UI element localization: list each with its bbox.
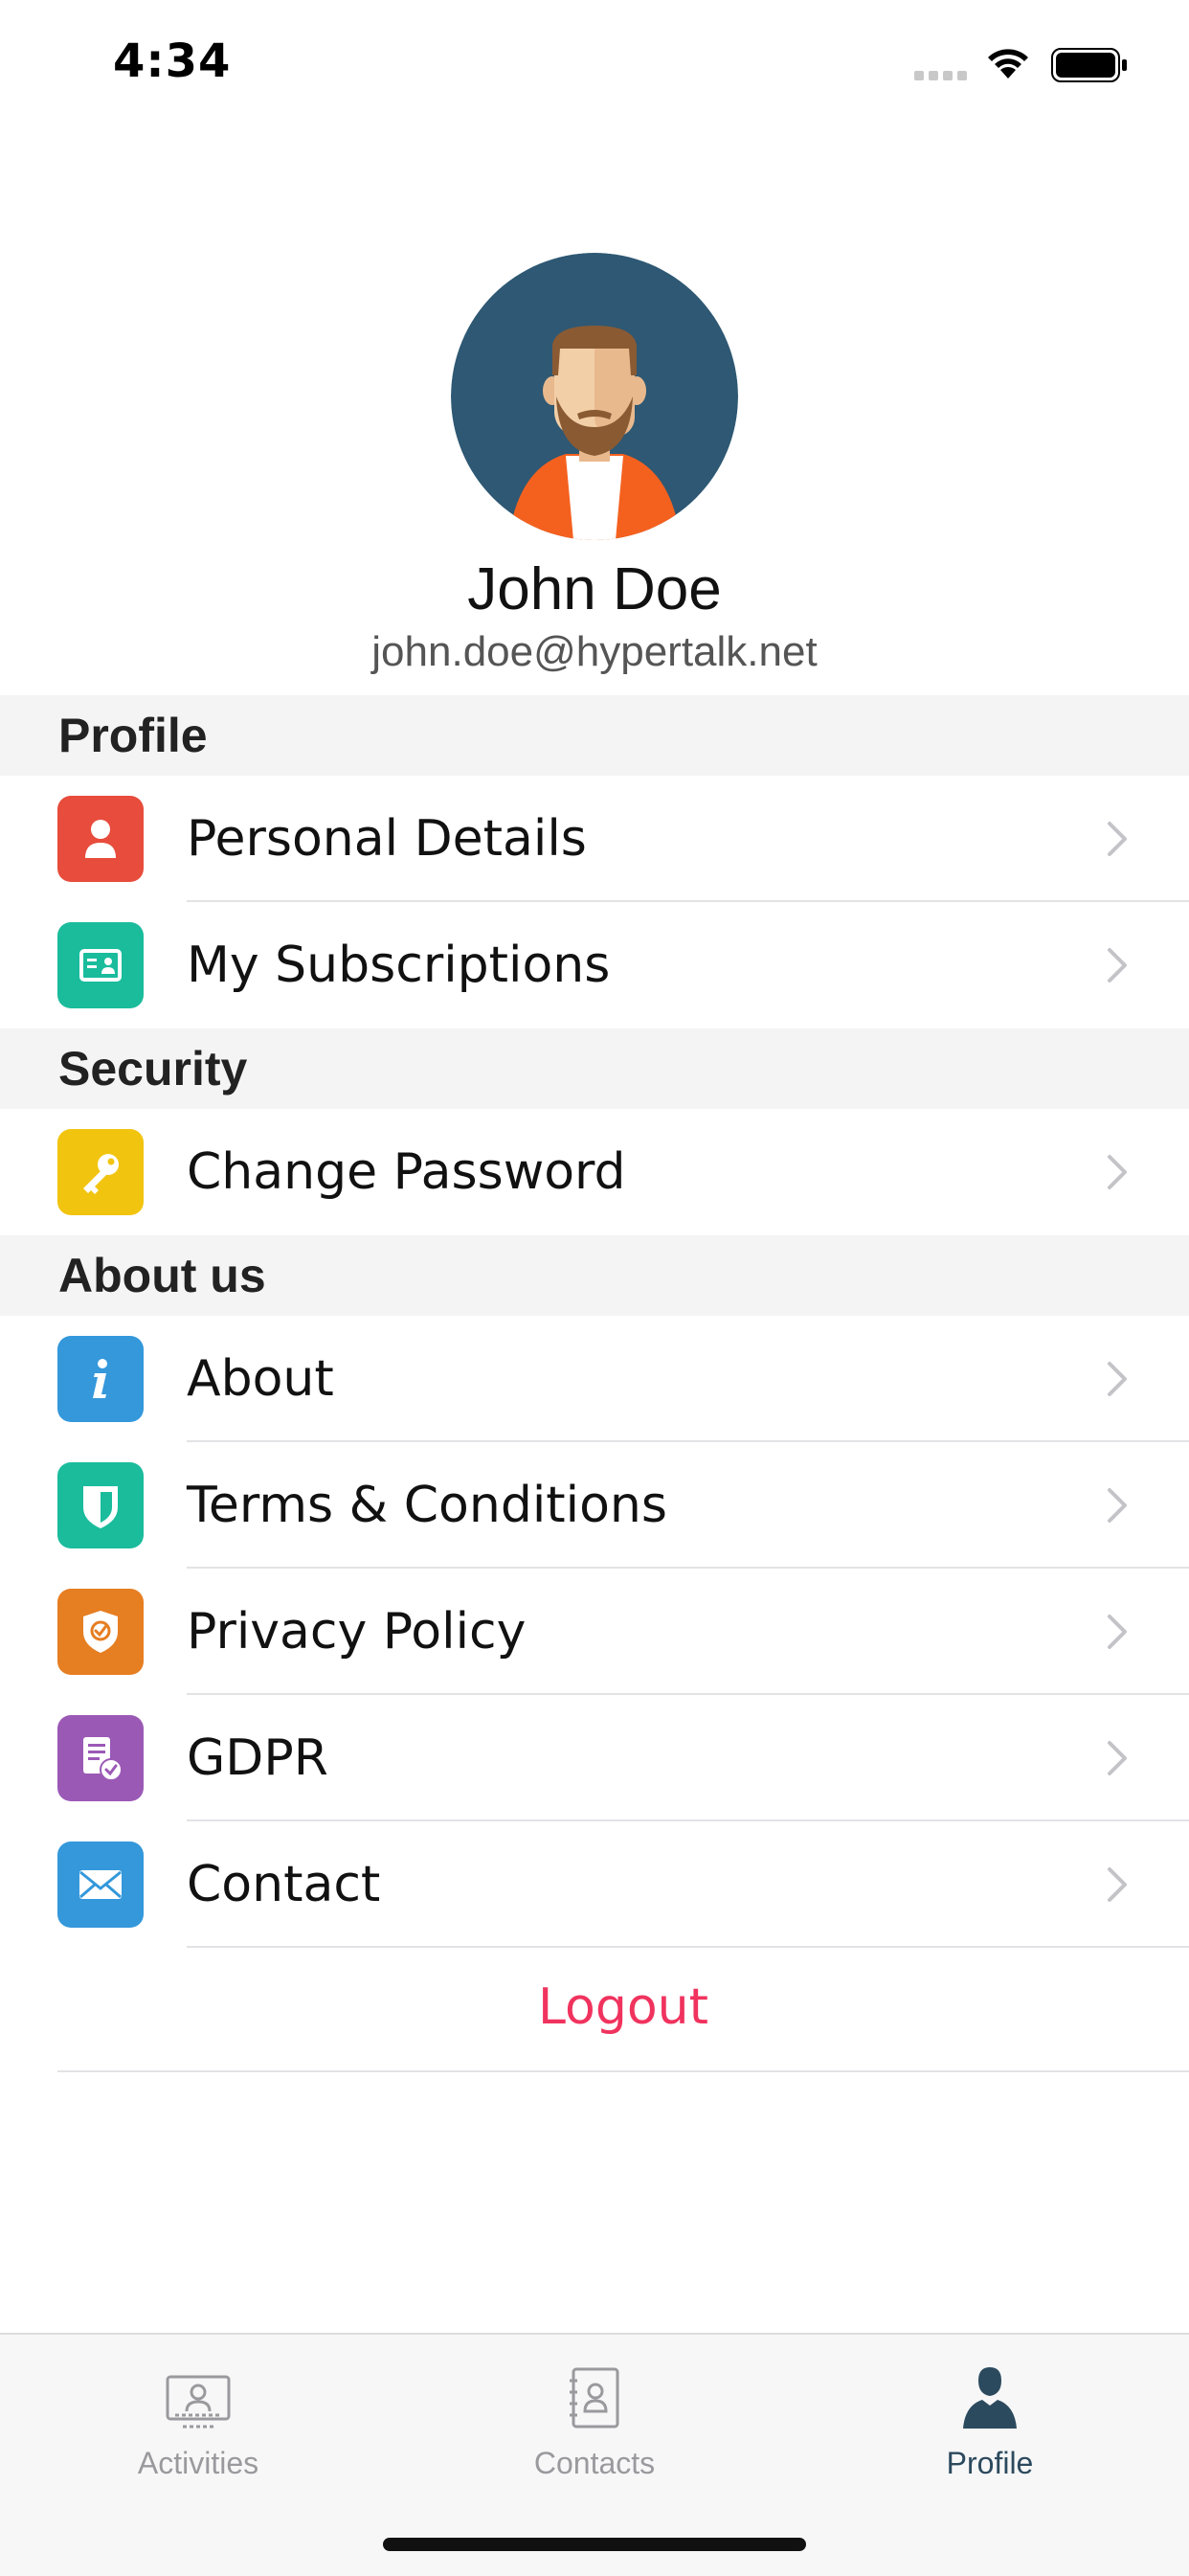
user-name: John Doe [467,556,722,622]
menu-item-about[interactable]: About [0,1316,1189,1442]
id-card-icon [57,922,144,1008]
chevron-right-icon [1106,820,1129,862]
status-time: 4:34 [113,34,232,88]
logout-button[interactable]: Logout [57,1944,1189,2070]
menu-item-personal-details[interactable]: Personal Details [0,776,1189,902]
section-header-security: Security [0,1028,1189,1109]
chevron-right-icon [1106,1613,1129,1655]
chevron-right-icon [1106,1153,1129,1195]
chevron-right-icon [1106,1739,1129,1781]
tab-profile[interactable]: Profile [846,2354,1133,2481]
menu-item-label: Terms & Conditions [187,1477,667,1534]
divider [57,2070,1189,2072]
menu-item-label: Change Password [187,1143,626,1201]
monitor-user-icon [55,2354,342,2430]
user-email: john.doe@hypertalk.net [371,628,818,675]
menu-item-change-password[interactable]: Change Password [0,1109,1189,1235]
privacy-shield-icon [57,1589,144,1675]
chevron-right-icon [1106,1865,1129,1908]
tab-label: Contacts [533,2446,656,2480]
document-check-icon [57,1715,144,1801]
section-header-about-us: About us [0,1235,1189,1316]
menu-item-privacy-policy[interactable]: Privacy Policy [0,1569,1189,1695]
menu-item-my-subscriptions[interactable]: My Subscriptions [0,902,1189,1028]
menu-item-contact[interactable]: Contact [0,1821,1189,1948]
address-book-icon [451,2354,738,2430]
avatar[interactable] [451,253,738,540]
section-header-profile: Profile [0,695,1189,776]
shield-icon [57,1462,144,1548]
menu-item-terms-conditions[interactable]: Terms & Conditions [0,1442,1189,1569]
info-icon [57,1336,144,1422]
menu-item-gdpr[interactable]: GDPR [0,1695,1189,1821]
chevron-right-icon [1106,946,1129,988]
person-icon [57,796,144,882]
chevron-right-icon [1106,1486,1129,1528]
menu-item-label: GDPR [187,1729,328,1787]
envelope-icon [57,1842,144,1928]
person-silhouette-icon [846,2354,1133,2430]
tab-label: Profile [946,2446,1034,2480]
wifi-icon [982,42,1034,84]
battery-icon [1051,48,1128,86]
menu-item-label: Contact [187,1856,381,1913]
tab-label: Activities [137,2446,259,2480]
home-indicator[interactable] [383,2538,806,2551]
menu-item-label: My Subscriptions [187,937,611,994]
cellular-signal-icon [914,71,967,80]
tab-contacts[interactable]: Contacts [451,2354,738,2481]
menu-item-label: About [187,1350,334,1408]
tab-activities[interactable]: Activities [55,2354,342,2481]
key-icon [57,1129,144,1215]
menu-item-label: Personal Details [187,810,587,868]
menu-item-label: Privacy Policy [187,1603,527,1661]
chevron-right-icon [1106,1360,1129,1402]
